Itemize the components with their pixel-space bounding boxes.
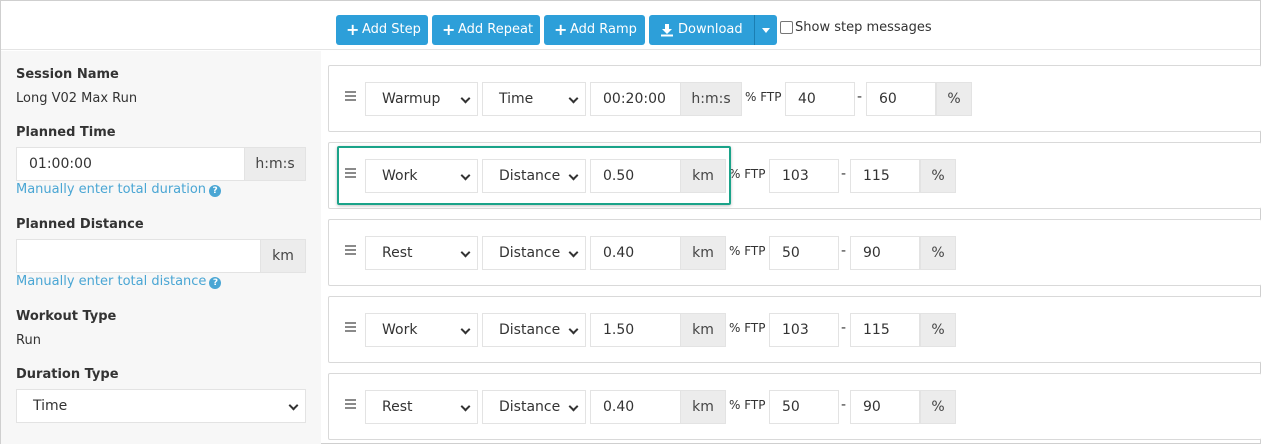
range-dash: - — [857, 89, 863, 105]
session-name-value: Long V02 Max Run — [16, 91, 138, 106]
chevron-down-icon — [568, 324, 579, 335]
workout-step-row: Rest Distance 0.40 km% FTP 50-90% — [328, 373, 1261, 440]
download-button[interactable]: Download — [649, 15, 755, 45]
step-measure-select[interactable]: Distance — [482, 390, 586, 424]
highlight-box — [337, 146, 731, 205]
workout-step-row: Warmup Time 00:20:00 h:m:s% FTP 40-60% — [328, 65, 1261, 132]
ftp-low-input[interactable]: 50 — [769, 236, 839, 270]
percent-addon: % — [936, 82, 972, 116]
range-dash: - — [841, 320, 847, 336]
step-measure-select[interactable]: Time — [482, 82, 586, 116]
ftp-label: % FTP — [729, 167, 766, 181]
planned-time-unit: h:m:s — [244, 147, 306, 181]
range-dash: - — [841, 166, 847, 182]
session-panel: Session Name Long V02 Max Run Planned Ti… — [1, 51, 321, 444]
chevron-down-icon — [460, 93, 471, 104]
chevron-down-icon — [460, 247, 471, 258]
download-options-button[interactable] — [754, 15, 777, 45]
ftp-high-input[interactable]: 90 — [850, 236, 920, 270]
step-type-select[interactable]: Work — [365, 313, 478, 347]
manual-duration-link[interactable]: Manually enter total duration? — [16, 182, 222, 197]
session-name-label: Session Name — [16, 67, 119, 82]
app-frame: + Add Step + Add Repeat + Add Ramp Downl… — [0, 0, 1261, 444]
step-unit-addon: h:m:s — [680, 82, 742, 116]
step-amount-input[interactable]: 0.40 — [590, 236, 682, 270]
workout-type-value: Run — [16, 333, 41, 348]
toolbar: + Add Step + Add Repeat + Add Ramp Downl… — [1, 1, 1260, 50]
percent-addon: % — [920, 390, 956, 424]
planned-distance-input[interactable] — [16, 239, 262, 273]
manual-distance-link[interactable]: Manually enter total distance? — [16, 274, 222, 289]
add-repeat-button[interactable]: + Add Repeat — [432, 15, 540, 45]
chevron-down-icon — [568, 401, 579, 412]
ftp-high-input[interactable]: 60 — [866, 82, 936, 116]
chevron-down-icon — [568, 247, 579, 258]
ftp-label: % FTP — [745, 90, 782, 104]
plus-icon: + — [554, 20, 568, 39]
step-measure-select[interactable]: Distance — [482, 236, 586, 270]
workout-type-label: Workout Type — [16, 309, 117, 324]
question-icon[interactable]: ? — [209, 185, 222, 197]
ftp-low-input[interactable]: 40 — [785, 82, 855, 116]
planned-distance-unit: km — [260, 239, 306, 273]
step-amount-input[interactable]: 0.40 — [590, 390, 682, 424]
drag-handle-icon[interactable] — [345, 245, 356, 257]
planned-time-label: Planned Time — [16, 125, 116, 140]
ftp-low-input[interactable]: 103 — [769, 313, 839, 347]
step-unit-addon: km — [680, 390, 726, 424]
step-amount-input[interactable]: 00:20:00 — [590, 82, 682, 116]
range-dash: - — [841, 397, 847, 413]
ftp-label: % FTP — [729, 244, 766, 258]
ftp-label: % FTP — [729, 398, 766, 412]
show-step-messages-label: Show step messages — [795, 20, 932, 35]
plus-icon: + — [442, 20, 456, 39]
chevron-down-icon — [288, 400, 299, 411]
step-measure-select[interactable]: Distance — [482, 313, 586, 347]
ftp-low-input[interactable]: 50 — [769, 390, 839, 424]
add-step-button[interactable]: + Add Step — [336, 15, 428, 45]
step-unit-addon: km — [680, 236, 726, 270]
ftp-high-input[interactable]: 115 — [850, 313, 920, 347]
range-dash: - — [841, 243, 847, 259]
drag-handle-icon[interactable] — [345, 399, 356, 411]
ftp-high-input[interactable]: 115 — [850, 159, 920, 193]
plus-icon: + — [346, 20, 360, 39]
chevron-down-icon — [460, 401, 471, 412]
step-type-select[interactable]: Rest — [365, 236, 478, 270]
workout-step-row: Work Distance 1.50 km% FTP 103-115% — [328, 296, 1261, 363]
chevron-down-icon — [568, 93, 579, 104]
planned-time-input[interactable]: 01:00:00 — [16, 147, 246, 181]
add-ramp-button[interactable]: + Add Ramp — [544, 15, 645, 45]
workout-step-row: Rest Distance 0.40 km% FTP 50-90% — [328, 219, 1261, 286]
step-type-select[interactable]: Rest — [365, 390, 478, 424]
percent-addon: % — [920, 159, 956, 193]
percent-addon: % — [920, 236, 956, 270]
question-icon[interactable]: ? — [209, 277, 222, 289]
ftp-low-input[interactable]: 103 — [769, 159, 839, 193]
ftp-label: % FTP — [729, 321, 766, 335]
chevron-down-icon — [460, 324, 471, 335]
caret-down-icon — [762, 28, 770, 33]
duration-type-select[interactable]: Time — [16, 389, 306, 423]
step-type-select[interactable]: Warmup — [365, 82, 478, 116]
step-amount-input[interactable]: 1.50 — [590, 313, 682, 347]
planned-distance-label: Planned Distance — [16, 217, 144, 232]
ftp-high-input[interactable]: 90 — [850, 390, 920, 424]
download-icon — [661, 24, 673, 37]
percent-addon: % — [920, 313, 956, 347]
drag-handle-icon[interactable] — [345, 322, 356, 334]
show-step-messages-checkbox[interactable] — [780, 21, 793, 34]
drag-handle-icon[interactable] — [345, 91, 356, 103]
step-unit-addon: km — [680, 313, 726, 347]
duration-type-label: Duration Type — [16, 367, 119, 382]
